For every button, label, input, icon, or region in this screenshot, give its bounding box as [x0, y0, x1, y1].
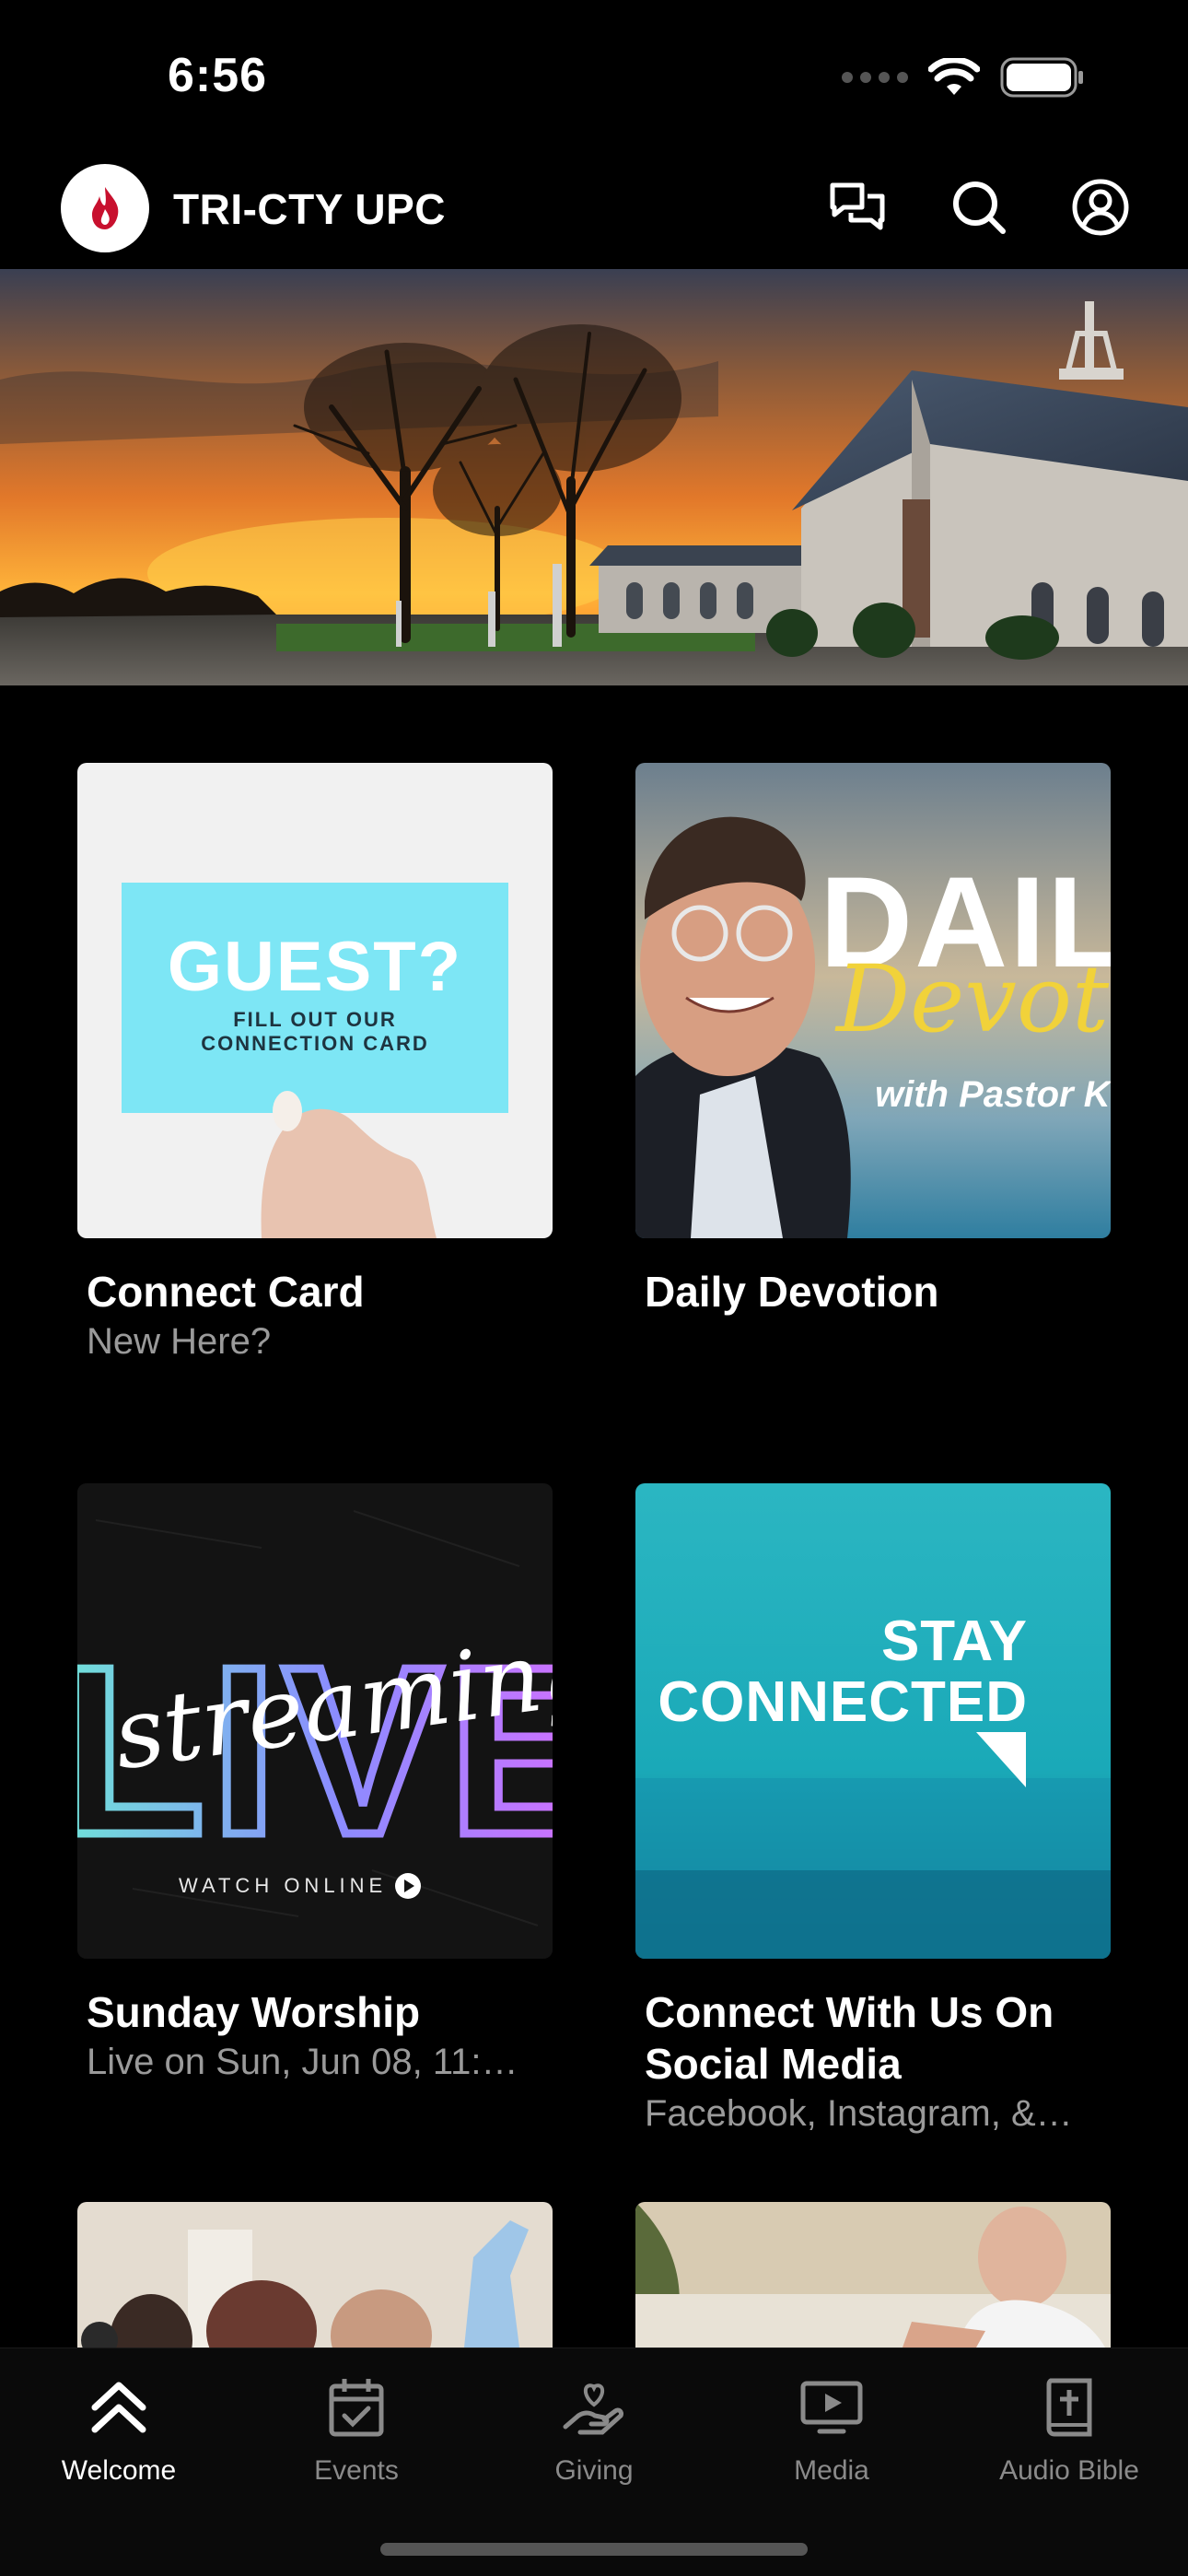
prayer-photo-tile[interactable]: [635, 2202, 1111, 2348]
header-actions: [825, 175, 1133, 240]
tab-events[interactable]: Events: [238, 2371, 475, 2487]
tile-title: Connect With Us On Social Media: [645, 1988, 1054, 2088]
tile-subtitle: Facebook, Instagram, &…: [645, 2093, 1073, 2134]
bible-icon: [1032, 2371, 1106, 2444]
tab-label: Audio Bible: [999, 2455, 1139, 2486]
daily-devotion-tile[interactable]: DAIL Devot with Pastor Ken Daily Devotio…: [635, 763, 1111, 1317]
tab-label: Giving: [554, 2455, 634, 2486]
social-media-tile[interactable]: STAY CONNECTED Connect With Us On Social…: [635, 1483, 1111, 2137]
play-circle-icon: [395, 1873, 421, 1899]
tile-title: Daily Devotion: [645, 1268, 939, 1316]
app-header: TRI-CTY UPC: [0, 157, 1188, 269]
social-media-thumbnail: STAY CONNECTED: [635, 1483, 1111, 1959]
banner-illustration: [0, 269, 1188, 685]
guest-art-line1: FILL OUT OUR: [233, 1008, 397, 1031]
profile-button[interactable]: [1068, 175, 1133, 240]
messages-button[interactable]: [825, 175, 890, 240]
devotion-art-script: Devot: [836, 945, 1110, 1053]
worship-photo-art: [77, 2202, 553, 2348]
tile-subtitle: New Here?: [87, 1321, 272, 1362]
guest-art-line2: CONNECTION CARD: [201, 1032, 429, 1055]
social-art-line2: CONNECTED: [658, 1670, 1028, 1734]
devotion-art-byline: with Pastor Ken: [875, 1074, 1111, 1115]
double-chevron-up-icon: [82, 2371, 156, 2444]
tab-media[interactable]: Media: [713, 2371, 950, 2487]
calendar-check-icon: [320, 2371, 393, 2444]
daily-devotion-thumbnail: DAIL Devot with Pastor Ken: [635, 763, 1111, 1238]
monitor-play-icon: [795, 2371, 868, 2444]
tab-label: Media: [794, 2455, 869, 2486]
live-art-caption: WATCH ONLINE: [179, 1874, 388, 1897]
app-title: TRI-CTY UPC: [173, 185, 446, 233]
sunday-worship-thumbnail: LIVE streaming WATCH ONLINE: [77, 1483, 553, 1959]
status-time: 6:56: [168, 49, 268, 102]
user-circle-icon: [1072, 179, 1129, 236]
sunday-worship-tile[interactable]: LIVE streaming WATCH ONLINE Sunday Worsh…: [77, 1483, 553, 2086]
tile-title: Sunday Worship: [87, 1988, 421, 2036]
tab-giving[interactable]: Giving: [475, 2371, 713, 2487]
guest-art-heading: GUEST?: [167, 928, 463, 1006]
church-banner-image: [0, 269, 1188, 685]
worship-photo-thumbnail: [77, 2202, 553, 2348]
status-bar: 6:56: [0, 0, 1188, 157]
flame-logo-icon: [92, 187, 119, 229]
battery-icon: [1000, 57, 1083, 98]
tab-label: Welcome: [61, 2455, 177, 2486]
tab-bar: Welcome Events Giving Media Audio Bible: [0, 2348, 1188, 2576]
connect-card-tile[interactable]: GUEST? FILL OUT OUR CONNECTION CARD Conn…: [77, 763, 553, 1365]
worship-photo-tile[interactable]: [77, 2202, 553, 2348]
connect-card-thumbnail: GUEST? FILL OUT OUR CONNECTION CARD: [77, 763, 553, 1238]
cellular-signal-icon: [842, 72, 908, 83]
home-indicator[interactable]: [380, 2543, 808, 2556]
tab-welcome[interactable]: Welcome: [0, 2371, 238, 2487]
tab-audio-bible[interactable]: Audio Bible: [950, 2371, 1188, 2487]
status-icons: [842, 57, 1085, 98]
wifi-icon: [928, 58, 980, 95]
tab-label: Events: [314, 2455, 399, 2486]
prayer-photo-thumbnail: [635, 2202, 1111, 2348]
search-icon: [953, 181, 1006, 234]
chat-bubbles-icon: [830, 182, 885, 230]
tile-subtitle: Live on Sun, Jun 08, 11:…: [87, 2042, 518, 2082]
church-logo[interactable]: [61, 164, 149, 252]
hand-heart-icon: [557, 2371, 631, 2444]
search-button[interactable]: [947, 175, 1011, 240]
tile-title: Connect Card: [87, 1268, 365, 1316]
prayer-photo-art: [635, 2202, 1111, 2348]
social-art-line1: STAY: [880, 1610, 1028, 1673]
